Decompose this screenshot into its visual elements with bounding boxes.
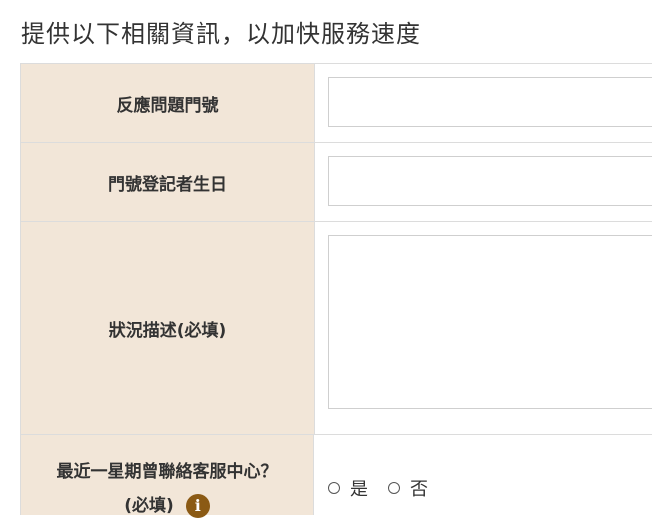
contacted-question: 最近一星期曾聯絡客服中心？ <box>56 462 278 482</box>
description-textarea[interactable] <box>328 235 652 409</box>
birthday-cell <box>315 143 652 221</box>
radio-no-label: 否 <box>410 479 428 500</box>
form-row-description: 狀況描述(必填) <box>21 222 652 435</box>
contacted-required-line: (必填) i <box>124 489 210 523</box>
contacted-radio-group: 是 否 <box>328 475 448 501</box>
birthday-label: 門號登記者生日 <box>21 143 315 221</box>
form-row-ticket-number: 反應問題門號 <box>21 64 652 143</box>
service-form: 反應問題門號 門號登記者生日 狀況描述(必填) 最近一星期曾聯絡客服中心？ (必… <box>20 63 652 518</box>
contacted-label: 最近一星期曾聯絡客服中心？ (必填) i <box>21 435 314 518</box>
radio-yes-label: 是 <box>350 479 368 500</box>
description-cell <box>315 222 652 434</box>
radio-option-no[interactable]: 否 <box>388 475 428 501</box>
ticket-number-input[interactable] <box>328 77 652 127</box>
contacted-cell: 是 否 <box>314 435 652 515</box>
radio-option-yes[interactable]: 是 <box>328 475 368 501</box>
birthday-input[interactable] <box>328 156 652 206</box>
required-marker: (必填) <box>124 496 174 516</box>
radio-yes[interactable] <box>328 482 340 494</box>
ticket-number-label: 反應問題門號 <box>21 64 315 142</box>
ticket-number-cell <box>315 64 652 142</box>
form-heading: 提供以下相關資訊，以加快服務速度 <box>21 20 421 48</box>
form-row-contacted: 最近一星期曾聯絡客服中心？ (必填) i 是 否 <box>21 435 652 518</box>
radio-no[interactable] <box>388 482 400 494</box>
description-label: 狀況描述(必填) <box>21 222 315 434</box>
info-icon[interactable]: i <box>185 494 210 518</box>
form-row-birthday: 門號登記者生日 <box>21 143 652 222</box>
